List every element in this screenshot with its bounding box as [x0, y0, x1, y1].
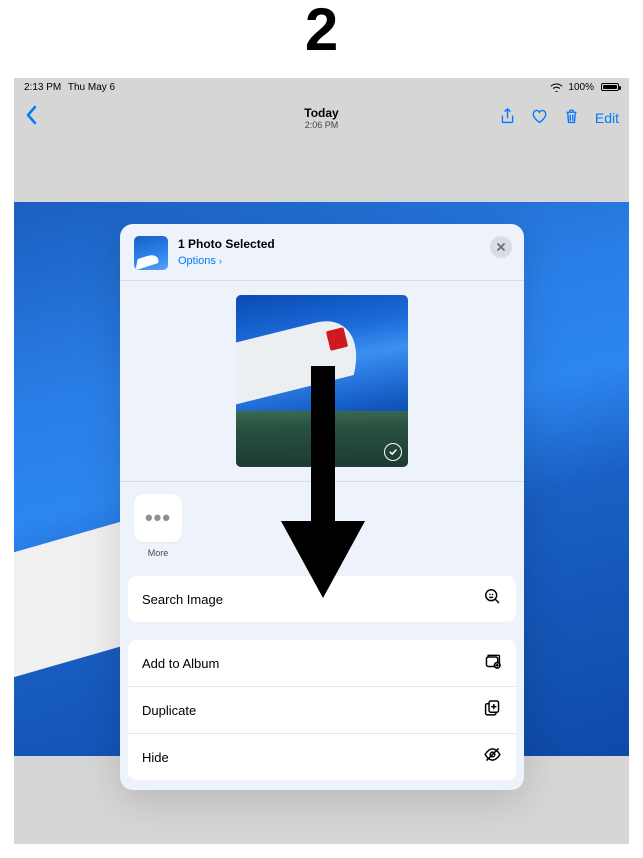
back-button[interactable]: [24, 104, 38, 132]
more-label: More: [134, 548, 182, 558]
header-thumbnail: [134, 236, 168, 270]
share-button[interactable]: [499, 108, 516, 128]
close-button[interactable]: [490, 236, 512, 258]
add-to-album-item[interactable]: Add to Album: [128, 640, 516, 687]
hide-label: Hide: [142, 750, 169, 765]
search-image-label: Search Image: [142, 592, 223, 607]
hide-item[interactable]: Hide: [128, 734, 516, 780]
nav-title-main: Today: [304, 106, 338, 120]
chevron-right-icon: ›: [219, 256, 222, 266]
favorite-button[interactable]: [531, 108, 548, 128]
nav-title: Today 2:06 PM: [304, 106, 338, 130]
status-bar: 2:13 PM Thu May 6 100%: [14, 78, 629, 96]
options-button[interactable]: Options›: [178, 255, 222, 267]
duplicate-icon: [483, 698, 502, 722]
status-battery-percent: 100%: [568, 82, 594, 93]
wifi-icon: [550, 82, 563, 92]
status-date: Thu May 6: [68, 82, 115, 93]
add-to-album-label: Add to Album: [142, 656, 219, 671]
ellipsis-icon: •••: [145, 511, 171, 524]
annotation-step-number: 2: [305, 0, 338, 60]
share-sheet: 1 Photo Selected Options›: [120, 224, 524, 790]
status-time: 2:13 PM: [24, 82, 61, 93]
album-add-icon: [483, 651, 502, 675]
search-image-item[interactable]: Search Image: [128, 576, 516, 622]
nav-title-sub: 2:06 PM: [304, 120, 338, 130]
search-image-icon: [483, 587, 502, 611]
share-sheet-title: 1 Photo Selected: [178, 237, 275, 251]
nav-bar: Today 2:06 PM Edit: [14, 96, 629, 140]
selected-checkmark-icon: [384, 443, 402, 461]
trash-button[interactable]: [563, 108, 580, 128]
eye-slash-icon: [483, 745, 502, 769]
duplicate-item[interactable]: Duplicate: [128, 687, 516, 734]
battery-icon: [599, 83, 619, 91]
duplicate-label: Duplicate: [142, 703, 196, 718]
edit-button[interactable]: Edit: [595, 110, 619, 126]
share-sheet-header: 1 Photo Selected Options›: [120, 224, 524, 280]
more-button[interactable]: •••: [134, 494, 182, 542]
ipad-frame: 2:13 PM Thu May 6 100% Today 2:06 PM: [14, 78, 629, 844]
selected-photo-thumbnail[interactable]: [236, 295, 408, 467]
